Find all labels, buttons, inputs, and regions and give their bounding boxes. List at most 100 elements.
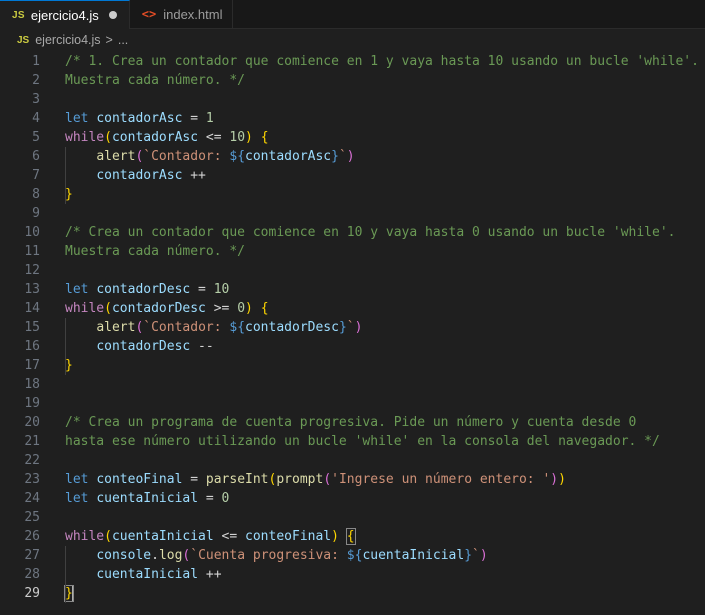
code-token: -- <box>190 339 214 354</box>
code-text: contadorAsc ++ <box>65 166 206 185</box>
javascript-file-icon: JS <box>17 34 30 46</box>
code-token: while <box>65 529 105 544</box>
code-line[interactable]: 5 while(contadorAsc <= 10) { <box>0 128 705 147</box>
editor-tab-bar: JS ejercicio4.js <> index.html <box>0 0 705 29</box>
code-line[interactable]: 10 /* Crea un contador que comience en 10… <box>0 223 705 242</box>
code-line[interactable]: 18 <box>0 375 705 394</box>
code-line[interactable]: 17} <box>0 356 705 375</box>
code-token: ` <box>346 320 355 335</box>
code-token: ${ <box>229 149 246 164</box>
code-line[interactable]: 23 let conteoFinal = parseInt(prompt('Ing… <box>0 470 705 489</box>
code-text: let conteoFinal = parseInt(prompt('Ingre… <box>65 470 566 489</box>
code-line[interactable]: 25 <box>0 508 705 527</box>
html-file-icon: <> <box>141 7 157 21</box>
code-text: while(contadorDesc >= 0) { <box>65 299 269 318</box>
code-line[interactable]: 27 console.log(`Cuenta progresiva: ${cue… <box>0 546 705 565</box>
code-token: contadorAsc <box>96 168 183 183</box>
code-line[interactable]: 11 Muestra cada número. */ <box>0 242 705 261</box>
code-token: ) <box>331 529 339 544</box>
code-line[interactable]: 2 Muestra cada número. */ <box>0 71 705 90</box>
code-line[interactable]: 29} <box>0 584 705 603</box>
code-text: /* Crea un contador que comience en 10 y… <box>65 223 675 242</box>
line-number: 2 <box>32 73 40 88</box>
line-number: 12 <box>24 263 40 278</box>
breadcrumb: JS ejercicio4.js > ... <box>0 29 705 51</box>
code-line[interactable]: 24 let cuentaInicial = 0 <box>0 489 705 508</box>
code-token: ) <box>346 149 355 164</box>
code-token: let <box>65 282 89 297</box>
code-token: <= <box>198 130 230 145</box>
breadcrumb-file[interactable]: ejercicio4.js <box>35 33 100 47</box>
code-line[interactable]: 4 let contadorAsc = 1 <box>0 109 705 128</box>
code-line[interactable]: 28 cuentaInicial ++ <box>0 565 705 584</box>
line-number: 15 <box>24 320 40 335</box>
code-text: console.log(`Cuenta progresiva: ${cuenta… <box>65 546 487 565</box>
unsaved-changes-dot-icon[interactable] <box>108 11 117 19</box>
code-line[interactable]: 3 <box>0 90 705 109</box>
code-text: let contadorAsc = 1 <box>65 109 214 128</box>
code-token: `Contador: <box>143 149 230 164</box>
code-token: ++ <box>182 168 206 183</box>
indent-guide <box>65 318 66 375</box>
code-token: contadorDesc <box>111 301 206 316</box>
code-token: hasta ese número utilizando un bucle 'wh… <box>65 434 660 449</box>
code-token: { <box>345 528 356 545</box>
code-token: /* Crea un programa de cuenta progresiva… <box>65 415 637 430</box>
code-token: = <box>182 111 206 126</box>
code-line[interactable]: 21 hasta ese número utilizando un bucle '… <box>0 432 705 451</box>
code-token: ( <box>323 472 332 487</box>
code-token: 0 <box>237 301 246 316</box>
line-number: 6 <box>32 149 40 164</box>
code-token: /* 1. Crea un contador que comience en 1… <box>65 54 699 69</box>
line-number: 17 <box>24 358 40 373</box>
code-line[interactable]: 6 alert(`Contador: ${contadorAsc}`) <box>0 147 705 166</box>
line-number: 23 <box>24 472 40 487</box>
indent-guide <box>65 546 66 603</box>
code-line[interactable]: 9 <box>0 204 705 223</box>
line-number: 18 <box>24 377 40 392</box>
code-token: } <box>331 149 339 164</box>
code-line[interactable]: 16 contadorDesc -- <box>0 337 705 356</box>
code-token: >= <box>205 301 238 316</box>
code-token: ) <box>354 320 363 335</box>
code-line[interactable]: 22 <box>0 451 705 470</box>
code-line[interactable]: 7 contadorAsc ++ <box>0 166 705 185</box>
code-token: /* Crea un contador que comience en 10 y… <box>65 225 676 240</box>
code-line[interactable]: 19 <box>0 394 705 413</box>
code-line[interactable]: 20 /* Crea un programa de cuenta progresi… <box>0 413 705 432</box>
code-line[interactable]: 1 /* 1. Crea un contador que comience en … <box>0 52 705 71</box>
tab-index-html[interactable]: <> index.html <box>130 0 234 28</box>
code-token: `Cuenta progresiva: <box>190 548 347 563</box>
code-token: alert <box>96 320 136 335</box>
code-line[interactable]: 14 while(contadorDesc >= 0) { <box>0 299 705 318</box>
breadcrumb-symbols[interactable]: ... <box>118 33 128 47</box>
code-token: 10 <box>229 130 246 145</box>
tab-label: ejercicio4.js <box>30 7 99 23</box>
code-token: 10 <box>213 282 230 297</box>
line-number: 5 <box>32 130 40 145</box>
code-text: Muestra cada número. */ <box>65 71 245 90</box>
line-number: 29 <box>24 586 40 601</box>
indent-guide <box>65 147 66 204</box>
code-text: /* Crea un programa de cuenta progresiva… <box>65 413 636 432</box>
code-token: alert <box>96 149 136 164</box>
code-editor[interactable]: 1 /* 1. Crea un contador que comience en … <box>0 52 705 615</box>
code-token: cuentaInicial <box>96 567 199 582</box>
tab-label: index.html <box>163 6 223 22</box>
code-line[interactable]: 13 let contadorDesc = 10 <box>0 280 705 299</box>
line-number: 22 <box>24 453 40 468</box>
code-token: cuentaInicial <box>96 491 199 506</box>
code-line[interactable]: 15 alert(`Contador: ${contadorDesc}`) <box>0 318 705 337</box>
code-token: let <box>65 491 89 506</box>
code-token: } <box>65 358 73 373</box>
code-line[interactable]: 12 <box>0 261 705 280</box>
line-number: 7 <box>32 168 40 183</box>
tab-ejercicio4-js[interactable]: JS ejercicio4.js <box>0 0 130 29</box>
code-line[interactable]: 26 while(cuentaInicial <= conteoFinal) { <box>0 527 705 546</box>
line-number: 3 <box>32 92 40 107</box>
code-token: contadorAsc <box>111 130 199 145</box>
code-line[interactable]: 8} <box>0 185 705 204</box>
code-token: ) <box>550 472 559 487</box>
code-token: } <box>464 548 473 563</box>
